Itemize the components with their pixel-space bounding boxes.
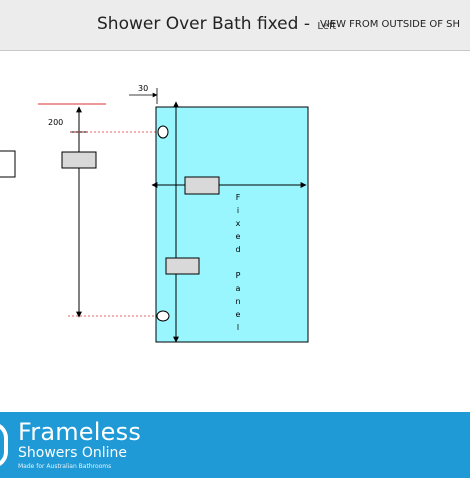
shower-panel-diagram: 200 30 FixedPanel xyxy=(0,84,309,343)
top-hinge-hole xyxy=(157,125,169,139)
panel-label-letter: P xyxy=(236,271,241,280)
panel-label-letter: n xyxy=(235,297,240,306)
panel-label-letter: i xyxy=(237,206,239,215)
brand-subname: Showers Online xyxy=(18,445,128,461)
panel-label-letter: e xyxy=(236,232,241,241)
hinge-block-left xyxy=(61,151,97,169)
panel-label-letter: d xyxy=(235,245,240,254)
dimension-30-label: 30 xyxy=(138,84,148,93)
bottom-hinge-hole xyxy=(156,310,170,322)
panel-label-letter: F xyxy=(236,193,241,202)
fixed-glass-panel xyxy=(155,106,309,343)
panel-label-letter: x xyxy=(236,219,241,228)
panel-clamp-top xyxy=(184,176,220,195)
header-bar: Shower Over Bath fixed - Left VIEW FROM … xyxy=(0,0,470,51)
brand-tagline: Made for Australian Bathrooms xyxy=(18,463,112,470)
dimension-200-label: 200 xyxy=(48,118,63,127)
panel-label-letter: e xyxy=(236,310,241,319)
panel-clamp-lower xyxy=(165,257,200,275)
panel-label-letter: l xyxy=(237,323,239,332)
footer-banner: Frameless Showers Online Made for Austra… xyxy=(0,412,470,478)
view-caption: VIEW FROM OUTSIDE OF SH xyxy=(320,19,461,30)
title-text: Shower Over Bath fixed - xyxy=(97,14,316,34)
brand-name: Frameless xyxy=(18,418,142,446)
page-title: Shower Over Bath fixed - Left xyxy=(97,14,336,34)
brand-logo-icon xyxy=(0,422,8,468)
left-partial-box xyxy=(0,150,16,178)
panel-label-letter: a xyxy=(236,284,241,293)
